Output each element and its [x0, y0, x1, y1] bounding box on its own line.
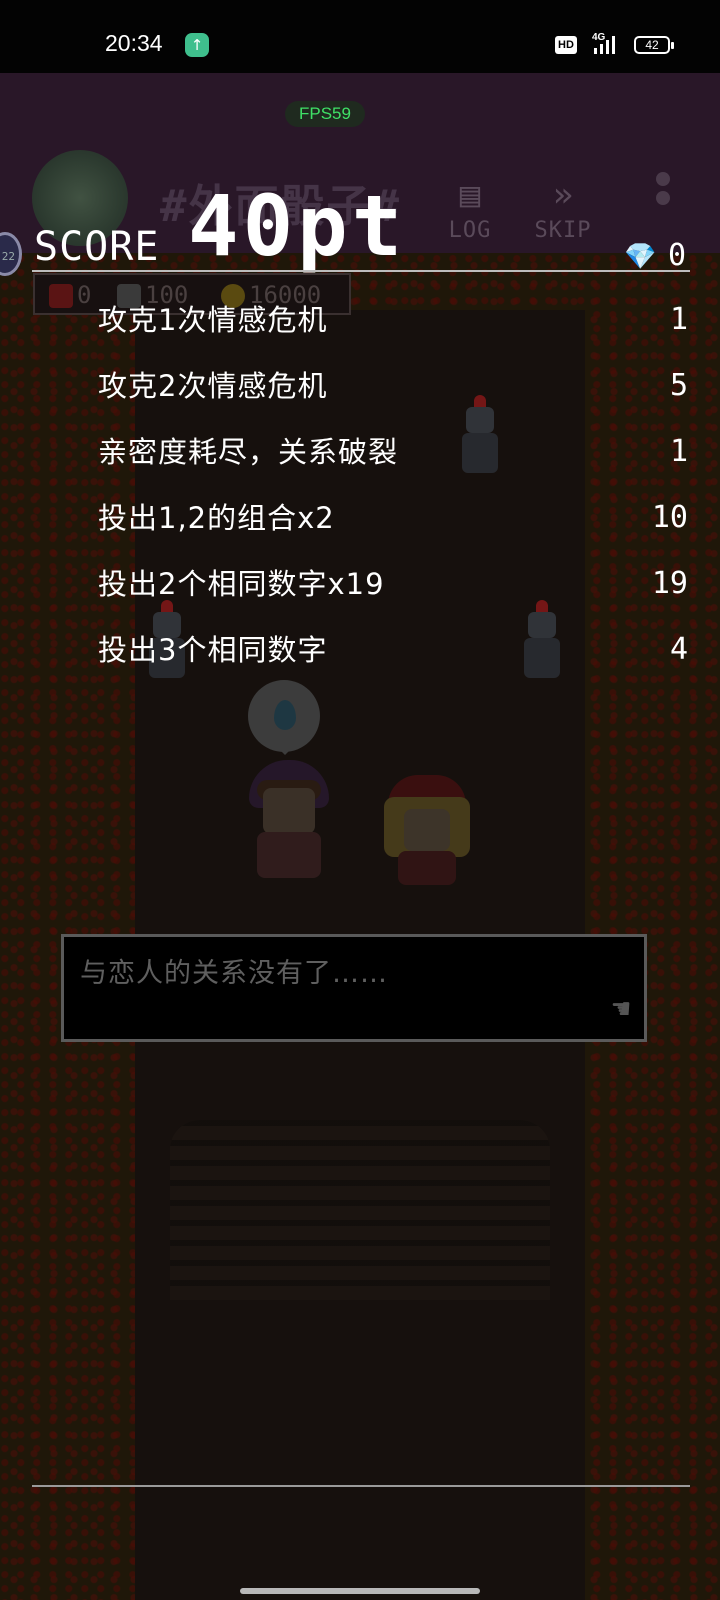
- battery-icon: 42: [634, 36, 674, 54]
- fast-forward-icon: »: [552, 175, 574, 215]
- status-time: 20:34: [105, 30, 163, 56]
- score-item: 投出3个相同数字 4: [98, 630, 688, 696]
- dialogue-box[interactable]: 与恋人的关系没有了…… ☚: [61, 934, 647, 1042]
- hd-badge: HD: [555, 36, 577, 54]
- hearts-stat: 0: [49, 281, 91, 309]
- score-item-value: 4: [669, 632, 688, 667]
- score-value: 40pt: [188, 177, 407, 275]
- upload-arrow-icon: ↑: [185, 33, 209, 57]
- bottom-divider: [32, 1485, 690, 1487]
- log-button[interactable]: ▤ LOG: [440, 172, 500, 243]
- score-item: 投出2个相同数字x19 19: [98, 564, 688, 630]
- score-breakdown: 攻克1次情感危机 1 攻克2次情感危机 5 亲密度耗尽，关系破裂 1 投出1,2的组合…: [98, 300, 688, 696]
- dialogue-text: 与恋人的关系没有了……: [80, 958, 388, 989]
- gem-count: 0: [668, 238, 687, 273]
- score-item-label: 攻克1次情感危机: [98, 303, 328, 337]
- score-label: SCORE: [34, 224, 160, 270]
- score-item-value: 10: [651, 500, 688, 535]
- score-item-label: 投出1,2的组合x2: [98, 501, 335, 535]
- skip-button[interactable]: » SKIP: [533, 172, 593, 243]
- log-icon: ▤: [459, 175, 481, 215]
- score-item: 投出1,2的组合x2 10: [98, 498, 688, 564]
- score-item: 攻克2次情感危机 5: [98, 366, 688, 432]
- status-bar: 20:34 ↑ HD 4G 42: [0, 0, 720, 73]
- score-item-value: 1: [669, 434, 688, 469]
- score-item-value: 19: [651, 566, 688, 601]
- home-indicator[interactable]: [240, 1588, 480, 1594]
- score-divider: [32, 270, 690, 272]
- score-item-label: 攻克2次情感危机: [98, 369, 328, 403]
- score-item: 亲密度耗尽，关系破裂 1: [98, 432, 688, 498]
- score-item-label: 投出2个相同数字x19: [98, 567, 385, 601]
- score-item-value: 5: [669, 368, 688, 403]
- score-item-label: 投出3个相同数字: [98, 633, 328, 667]
- heart-icon: [49, 284, 73, 308]
- score-item-label: 亲密度耗尽，关系破裂: [98, 435, 399, 469]
- pointer-hand-icon: ☚: [611, 992, 630, 1027]
- score-item: 攻克1次情感危机 1: [98, 300, 688, 366]
- diamond-icon: 💎: [624, 242, 657, 272]
- skip-label: SKIP: [534, 218, 592, 243]
- score-item-value: 1: [669, 302, 688, 337]
- fps-counter: FPS59: [285, 101, 365, 127]
- more-menu-icon[interactable]: [656, 172, 672, 224]
- log-label: LOG: [448, 218, 492, 243]
- network-type: 4G: [592, 32, 606, 43]
